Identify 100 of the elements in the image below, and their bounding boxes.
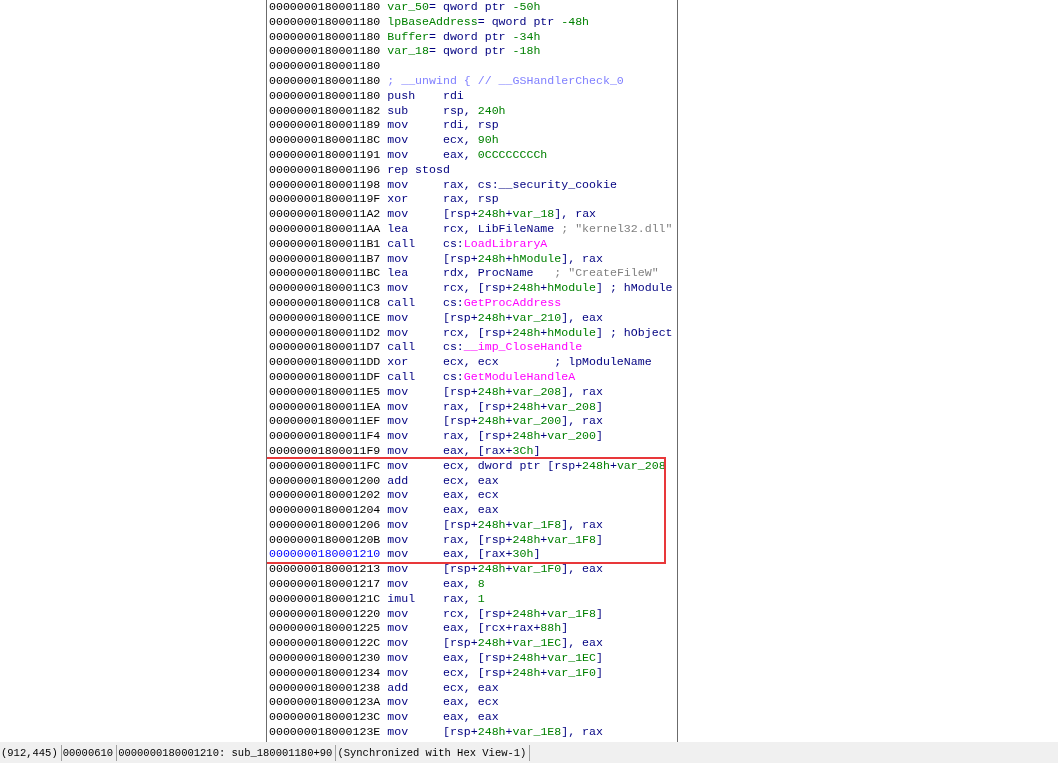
line-address: 00000001800011C8 — [269, 295, 381, 311]
instruction-operands: lpBaseAddress= qword ptr -48h — [387, 14, 590, 30]
line-address: 00000001800011D2 — [269, 325, 381, 341]
instruction-mnemonic: mov — [387, 562, 410, 578]
line-address: 0000000180001217 — [269, 577, 381, 592]
instruction-mnemonic: lea — [387, 221, 410, 237]
line-address: 00000001800011F9 — [269, 443, 381, 459]
status-cell: 0000000180001210: sub_180001180+90 — [117, 744, 337, 761]
line-address: 000000018000123C — [269, 710, 381, 726]
instruction-mnemonic: mov — [387, 147, 410, 163]
instruction-operands: var_18= qword ptr -18h — [387, 44, 541, 60]
instruction-mnemonic: rep stosd — [387, 162, 450, 178]
instruction-operands: cs:GetModuleHandleA — [442, 369, 576, 385]
instruction-operands: [rsp+248h+var_1F0], eax — [442, 562, 603, 578]
instruction-operands: rax, [rsp+248h+var_208] — [442, 399, 603, 415]
line-address: 0000000180001180 — [269, 0, 381, 15]
line-address: 00000001800011B1 — [269, 236, 381, 252]
instruction-operands: eax, 0CCCCCCCCh — [442, 147, 548, 163]
instruction-operands: [rsp+248h+var_210], eax — [442, 310, 603, 326]
instruction-mnemonic: mov — [387, 384, 410, 400]
line-address: 00000001800011A2 — [269, 207, 381, 222]
instruction-mnemonic: call — [387, 236, 417, 252]
instruction-operands: [rsp+248h+var_1EC], eax — [442, 636, 603, 652]
instruction-mnemonic: mov — [387, 310, 410, 326]
instruction-mnemonic: mov — [387, 547, 410, 563]
line-address: 00000001800011E5 — [269, 384, 381, 400]
instruction-operands: ecx, 90h — [442, 133, 499, 148]
line-address: 0000000180001200 — [269, 473, 381, 489]
instruction-mnemonic: call — [387, 295, 417, 311]
line-address: 0000000180001204 — [269, 503, 381, 518]
instruction-operands: eax, eax — [442, 503, 499, 518]
line-address: 00000001800011DF — [269, 369, 381, 385]
instruction-mnemonic: mov — [387, 488, 410, 504]
instruction-mnemonic: mov — [387, 443, 410, 459]
instruction-mnemonic: mov — [387, 532, 410, 548]
line-address: 0000000180001238 — [269, 680, 381, 696]
line-address: 0000000180001220 — [269, 606, 381, 622]
instruction-mnemonic: mov — [387, 118, 410, 134]
instruction-operands: rdi — [442, 88, 464, 104]
line-address: 0000000180001180 — [269, 44, 381, 60]
line-address: 0000000180001213 — [269, 562, 381, 578]
instruction-mnemonic: call — [387, 340, 417, 356]
instruction-operands: eax, [rsp+248h+var_1EC] — [442, 651, 603, 666]
line-address: 00000001800011DD — [269, 355, 381, 370]
instruction-operands: eax, eax — [442, 710, 499, 726]
line-address: 000000018000121C — [269, 591, 381, 607]
instruction-operands: eax, [rax+30h] — [442, 547, 541, 563]
instruction-mnemonic: mov — [387, 281, 410, 296]
line-address: 0000000180001191 — [269, 147, 381, 163]
instruction-mnemonic: imul — [387, 591, 417, 607]
instruction-mnemonic: mov — [387, 399, 410, 415]
line-address: 0000000180001180 — [269, 74, 381, 89]
instruction-operands: eax, [rax+3Ch] — [442, 443, 541, 459]
instruction-operands: ecx, [rsp+248h+var_1F0] — [442, 665, 603, 681]
line-address: 00000001800011FC — [269, 458, 381, 474]
line-address: 0000000180001180 — [269, 14, 381, 30]
line-address: 00000001800011C3 — [269, 281, 381, 296]
instruction-mnemonic: mov — [387, 177, 410, 193]
instruction-operands: [rsp+248h+var_1F8], rax — [442, 517, 603, 533]
line-address: 00000001800011EF — [269, 414, 381, 430]
instruction-mnemonic: mov — [387, 517, 410, 533]
instruction-operands: [rsp+248h+var_200], rax — [442, 414, 603, 430]
line-address: 0000000180001198 — [269, 177, 381, 193]
instruction-mnemonic: mov — [387, 503, 410, 518]
line-address: 0000000180001196 — [269, 162, 381, 178]
instruction-operands: rcx, [rsp+248h+hModule] ; hModule — [442, 281, 673, 296]
line-address: 000000018000120B — [269, 532, 381, 548]
instruction-operands: cs:LoadLibraryA — [442, 236, 548, 252]
instruction-operands: eax, 8 — [442, 577, 485, 592]
line-address: 000000018000119F — [269, 192, 381, 208]
instruction-operands: cs:GetProcAddress — [442, 295, 562, 311]
line-address: 0000000180001189 — [269, 118, 381, 134]
line-address: 0000000180001182 — [269, 103, 381, 119]
instruction-mnemonic: xor — [387, 192, 410, 208]
instruction-operands: rax, [rsp+248h+var_1F8] — [442, 532, 603, 548]
instruction-operands: ; __unwind { // __GSHandlerCheck_0 — [387, 74, 624, 89]
instruction-operands: cs:__imp_CloseHandle — [442, 340, 583, 356]
instruction-operands: rax, cs:__security_cookie — [442, 177, 617, 193]
instruction-mnemonic: mov — [387, 458, 410, 474]
line-address: 00000001800011BC — [269, 266, 381, 282]
instruction-operands: [rsp+248h+var_18], rax — [442, 207, 597, 222]
instruction-mnemonic: lea — [387, 266, 410, 282]
instruction-operands: ecx, dword ptr [rsp+248h+var_208 — [442, 458, 666, 474]
instruction-mnemonic: mov — [387, 207, 410, 222]
instruction-operands: rax, 1 — [442, 591, 485, 607]
line-address: 0000000180001180 — [269, 88, 381, 104]
line-address: 000000018000123E — [269, 725, 381, 740]
instruction-mnemonic: mov — [387, 577, 410, 592]
status-cell: (Synchronized with Hex View-1) — [336, 744, 531, 761]
instruction-mnemonic: add — [387, 473, 410, 489]
instruction-operands: rcx, [rsp+248h+hModule] ; hObject — [442, 325, 673, 341]
instruction-operands: eax, [rcx+rax+88h] — [442, 621, 569, 637]
line-address: 0000000180001234 — [269, 665, 381, 681]
line-address: 0000000180001202 — [269, 488, 381, 504]
instruction-operands: eax, ecx — [442, 695, 499, 711]
instruction-operands: var_50= qword ptr -50h — [387, 0, 541, 15]
instruction-mnemonic: mov — [387, 636, 410, 652]
instruction-mnemonic: mov — [387, 251, 410, 267]
line-address: 000000018000118C — [269, 133, 381, 148]
instruction-mnemonic: mov — [387, 725, 410, 740]
